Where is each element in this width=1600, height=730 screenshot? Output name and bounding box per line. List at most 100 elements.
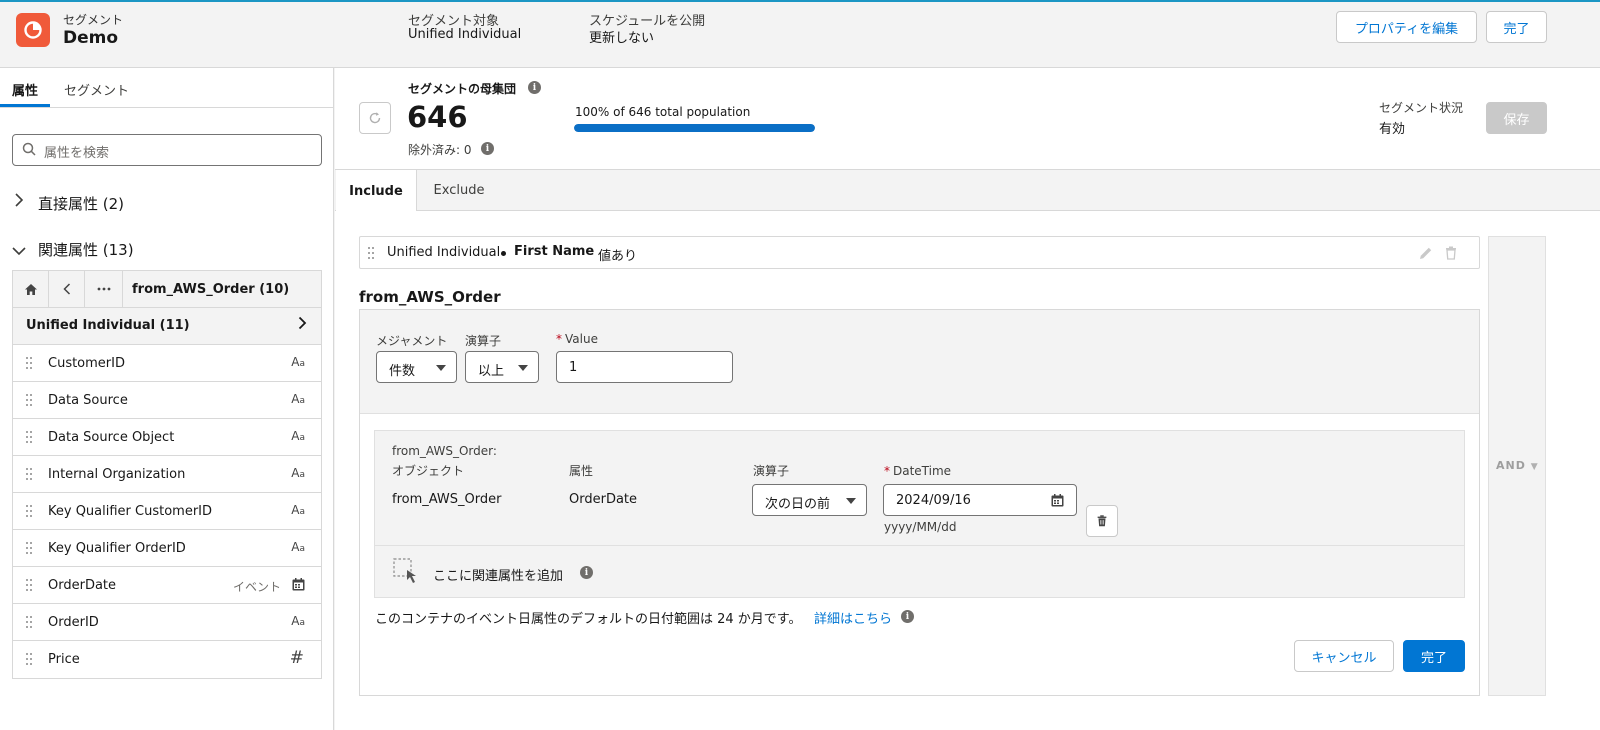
list-item[interactable]: Key Qualifier OrderID Aa: [13, 530, 321, 567]
edit-icon[interactable]: [1418, 245, 1434, 261]
population-card: [335, 68, 1600, 170]
list-item[interactable]: CustomerID Aa: [13, 345, 321, 382]
filter-object-header: from_AWS_Order:: [392, 444, 497, 458]
attribute-label: Key Qualifier CustomerID: [48, 504, 213, 519]
attribute-label: CustomerID: [48, 356, 125, 371]
search-placeholder: 属性を検索: [44, 146, 110, 161]
related-object-row[interactable]: Unified Individual (11): [13, 308, 321, 345]
caret-down-icon: [846, 498, 856, 504]
tab-segments[interactable]: セグメント: [64, 80, 129, 99]
attribute-label: 属性: [569, 464, 594, 478]
chevron-down-icon[interactable]: [11, 241, 27, 260]
drag-handle-icon[interactable]: [25, 615, 33, 629]
related-object-name: Unified Individual (11): [26, 318, 190, 333]
caret-down-icon: [518, 365, 528, 371]
list-item[interactable]: Data Source Object Aa: [13, 419, 321, 456]
datetime-input[interactable]: 2024/09/16: [883, 484, 1077, 516]
datetime-value: 2024/09/16: [896, 493, 971, 508]
population-percent-text: 100% of 646 total population: [575, 105, 751, 119]
value-label-text: Value: [565, 332, 598, 346]
info-icon[interactable]: i: [901, 610, 914, 623]
segment-title: Demo: [63, 28, 119, 48]
list-item[interactable]: Internal Organization Aa: [13, 456, 321, 493]
more-icon[interactable]: [85, 270, 123, 308]
schedule-value: 更新しない: [589, 31, 655, 46]
drag-handle-icon[interactable]: [25, 541, 33, 555]
list-item[interactable]: Data Source Aa: [13, 382, 321, 419]
drag-handle-icon[interactable]: [367, 246, 375, 260]
caret-down-icon: ▼: [1530, 462, 1539, 472]
date-range-note: このコンテナのイベント日属性のデフォルトの日付範囲は 24 か月です。: [375, 612, 802, 627]
tab-include[interactable]: Include: [336, 170, 417, 212]
text-type-icon: Aa: [291, 503, 305, 517]
delete-icon[interactable]: [1443, 245, 1459, 261]
learn-more-link[interactable]: 詳細はこちら: [814, 608, 892, 627]
info-icon[interactable]: i: [481, 142, 494, 155]
add-related-attribute-drop-zone[interactable]: ここに関連属性を追加: [433, 565, 563, 584]
operator-label: 演算子: [465, 334, 502, 348]
operator-value: 以上: [478, 364, 505, 379]
include-exclude-tabs: [335, 170, 1600, 211]
excluded-count: 除外済み: 0: [408, 143, 472, 157]
sub-operator-label: 演算子: [753, 464, 790, 478]
separator-dot: [501, 251, 506, 256]
measurement-select[interactable]: 件数: [376, 351, 457, 383]
refresh-icon[interactable]: [359, 102, 391, 134]
text-type-icon: Aa: [291, 466, 305, 480]
related-attributes-section[interactable]: 関連属性 (13): [38, 239, 134, 260]
drag-handle-icon[interactable]: [25, 393, 33, 407]
attribute-label: Data Source Object: [48, 430, 175, 445]
chevron-right-icon[interactable]: [14, 192, 24, 212]
container-done-button[interactable]: 完了: [1403, 640, 1465, 672]
population-label: セグメントの母集団: [408, 82, 517, 96]
population-progress-fill: [574, 124, 815, 132]
tabs-divider: [0, 107, 333, 108]
caret-down-icon: [436, 365, 446, 371]
required-marker: *: [556, 332, 562, 346]
divider: [375, 545, 1464, 546]
attribute-label: Key Qualifier OrderID: [48, 541, 186, 556]
drag-handle-icon[interactable]: [25, 504, 33, 518]
condition-attribute: First Name: [514, 244, 595, 259]
header-done-button[interactable]: 完了: [1486, 11, 1547, 43]
drag-handle-icon[interactable]: [25, 356, 33, 370]
event-tag: イベント: [232, 580, 281, 594]
drag-handle-icon[interactable]: [25, 578, 33, 592]
condition-operator: 値あり: [598, 249, 638, 264]
home-icon[interactable]: [13, 270, 49, 308]
and-operator-label[interactable]: AND ▼: [1496, 459, 1539, 472]
condition-object: Unified Individual: [387, 245, 501, 260]
list-item[interactable]: Price #: [13, 641, 321, 678]
target-value: Unified Individual: [408, 27, 522, 42]
direct-attributes-section[interactable]: 直接属性 (2): [38, 193, 124, 214]
related-container-title: from_AWS_Order: [359, 288, 501, 306]
required-marker: *: [884, 464, 890, 478]
calendar-icon[interactable]: [1051, 494, 1064, 507]
operator-select[interactable]: 以上: [465, 351, 539, 383]
date-operator-select[interactable]: 次の日の前: [752, 484, 867, 516]
cancel-button[interactable]: キャンセル: [1294, 640, 1394, 672]
drag-handle-icon[interactable]: [25, 430, 33, 444]
info-icon[interactable]: i: [580, 566, 593, 579]
back-icon[interactable]: [49, 270, 85, 308]
list-item[interactable]: Key Qualifier CustomerID Aa: [13, 493, 321, 530]
list-item[interactable]: OrderDate イベント: [13, 567, 321, 604]
drag-handle-icon[interactable]: [25, 652, 33, 666]
delete-filter-button[interactable]: [1086, 505, 1118, 537]
edit-properties-button[interactable]: プロパティを編集: [1336, 11, 1477, 43]
tab-attributes[interactable]: 属性: [12, 80, 38, 99]
drag-handle-icon[interactable]: [25, 467, 33, 481]
population-progress-bar: [574, 124, 815, 132]
tab-exclude[interactable]: Exclude: [417, 170, 501, 211]
value-input[interactable]: 1: [556, 351, 733, 383]
related-object-title: from_AWS_Order (10): [132, 282, 290, 297]
and-operator-text: AND: [1496, 459, 1526, 472]
save-button[interactable]: 保存: [1486, 102, 1547, 134]
calendar-icon: [292, 578, 305, 595]
date-format-hint: yyyy/MM/dd: [884, 520, 957, 534]
value-label: * Value: [556, 332, 598, 346]
text-type-icon: Aa: [291, 540, 305, 554]
info-icon[interactable]: i: [528, 81, 541, 94]
list-item[interactable]: OrderID Aa: [13, 604, 321, 641]
chevron-right-icon[interactable]: [298, 315, 307, 334]
